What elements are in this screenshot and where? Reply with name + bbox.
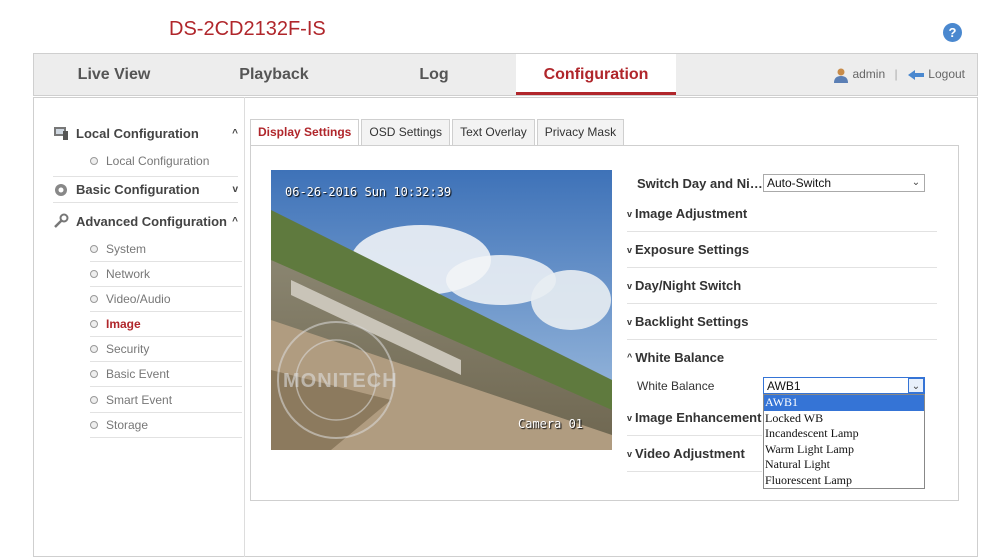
section-image-adjustment[interactable]: v Image Adjustment bbox=[627, 196, 937, 232]
option-incandescent-lamp[interactable]: Incandescent Lamp bbox=[764, 426, 924, 442]
nav-tab-log[interactable]: Log bbox=[354, 54, 514, 95]
caret-icon: v bbox=[627, 280, 633, 291]
sidebar-item-label: Local Configuration bbox=[106, 153, 210, 168]
option-fluorescent-lamp[interactable]: Fluorescent Lamp bbox=[764, 473, 924, 489]
nav-tab-configuration[interactable]: Configuration bbox=[516, 54, 676, 95]
bullet-icon bbox=[90, 320, 98, 328]
nav-tab-playback[interactable]: Playback bbox=[194, 54, 354, 95]
option-locked-wb[interactable]: Locked WB bbox=[764, 411, 924, 427]
osd-timestamp: 06-26-2016 Sun 10:32:39 bbox=[285, 185, 452, 199]
select-value: AWB1 bbox=[767, 378, 801, 393]
section-white-balance[interactable]: ^ White Balance bbox=[627, 339, 937, 375]
section-day-night-switch[interactable]: v Day/Night Switch bbox=[627, 268, 937, 304]
sidebar-item-video-audio[interactable]: Video/Audio bbox=[90, 287, 242, 312]
caret-icon: v bbox=[627, 448, 633, 459]
sidebar-item-storage[interactable]: Storage bbox=[90, 413, 242, 438]
bullet-icon bbox=[90, 245, 98, 253]
sidebar-section-label: Local Configuration bbox=[76, 125, 199, 141]
sidebar-item-basic-event[interactable]: Basic Event bbox=[90, 362, 242, 387]
sidebar-item-image[interactable]: Image bbox=[90, 312, 242, 337]
option-natural-light[interactable]: Natural Light bbox=[764, 457, 924, 473]
device-title: DS-2CD2132F-IS bbox=[169, 18, 326, 40]
section-video-adjustment[interactable]: v Video Adjustment bbox=[627, 436, 762, 472]
sidebar-section-advanced[interactable]: Advanced Configuration ^ bbox=[53, 208, 238, 234]
switch-day-night-select[interactable]: Auto-Switch ⌄ bbox=[763, 174, 925, 192]
logout-icon[interactable] bbox=[907, 68, 925, 82]
live-video-preview: 06-26-2016 Sun 10:32:39 Camera 01 MONITE… bbox=[271, 170, 612, 450]
section-label: Day/Night Switch bbox=[635, 278, 742, 293]
sidebar-item-label: Video/Audio bbox=[106, 292, 171, 306]
sidebar-section-local[interactable]: Local Configuration ^ bbox=[53, 120, 238, 146]
wrench-icon bbox=[54, 213, 69, 228]
caret-icon: v bbox=[627, 412, 633, 423]
section-label: Exposure Settings bbox=[635, 242, 750, 257]
sidebar-item-system[interactable]: System bbox=[90, 237, 242, 262]
caret-icon: v bbox=[627, 316, 633, 327]
sidebar-item-security[interactable]: Security bbox=[90, 337, 242, 362]
chevron-down-icon: ⌄ bbox=[908, 378, 924, 393]
username: admin bbox=[852, 67, 886, 81]
option-awb1[interactable]: AWB1 bbox=[764, 395, 924, 411]
white-balance-dropdown: AWB1 Locked WB Incandescent Lamp Warm Li… bbox=[763, 394, 925, 489]
user-icon bbox=[834, 68, 849, 83]
select-value: Auto-Switch bbox=[767, 176, 832, 190]
section-label: Video Adjustment bbox=[635, 446, 745, 461]
top-navigation: Live View Playback Log Configuration adm… bbox=[33, 53, 978, 96]
section-label: Image Enhancement bbox=[635, 410, 762, 425]
bullet-icon bbox=[90, 270, 98, 278]
section-label: Backlight Settings bbox=[635, 314, 749, 329]
tab-text-overlay[interactable]: Text Overlay bbox=[452, 119, 535, 145]
bullet-icon bbox=[90, 345, 98, 353]
tab-display-settings[interactable]: Display Settings bbox=[250, 119, 360, 146]
tab-osd-settings[interactable]: OSD Settings bbox=[361, 119, 451, 145]
bullet-icon bbox=[90, 421, 98, 429]
white-balance-label: White Balance bbox=[637, 379, 715, 393]
sidebar-item-smart-event[interactable]: Smart Event bbox=[90, 388, 242, 413]
watermark-text: MONITECH bbox=[283, 370, 398, 392]
sidebar-item-label: Network bbox=[106, 267, 151, 281]
sidebar-item-network[interactable]: Network bbox=[90, 262, 242, 287]
option-warm-light-lamp[interactable]: Warm Light Lamp bbox=[764, 442, 924, 458]
osd-camera-name: Camera 01 bbox=[518, 417, 584, 431]
sidebar-item-label: Smart Event bbox=[106, 393, 173, 407]
gear-icon bbox=[55, 183, 67, 196]
bullet-icon bbox=[90, 295, 98, 303]
switch-day-night-label: Switch Day and Ni… bbox=[637, 176, 763, 191]
separator: | bbox=[894, 67, 898, 81]
sidebar-item-label: Storage bbox=[106, 418, 149, 432]
section-exposure-settings[interactable]: v Exposure Settings bbox=[627, 232, 937, 268]
section-image-enhancement[interactable]: v Image Enhancement bbox=[627, 400, 762, 436]
logout-link[interactable]: Logout bbox=[928, 67, 965, 81]
computer-icon bbox=[54, 127, 68, 140]
white-balance-select[interactable]: AWB1 ⌄ bbox=[763, 377, 925, 394]
chevron-up-icon[interactable]: ^ bbox=[232, 216, 238, 227]
sidebar-item-label: Security bbox=[106, 342, 150, 356]
sidebar-item-label: Image bbox=[106, 317, 141, 331]
sidebar-item-local-configuration[interactable]: Local Configuration bbox=[90, 148, 242, 173]
camera-scene-image bbox=[271, 170, 612, 450]
caret-icon: v bbox=[627, 208, 633, 219]
bullet-icon bbox=[90, 370, 98, 378]
section-label: White Balance bbox=[635, 349, 725, 365]
sidebar-section-basic[interactable]: Basic Configuration v bbox=[53, 176, 238, 203]
help-icon[interactable]: ? bbox=[943, 23, 962, 42]
user-area: admin | Logout bbox=[833, 54, 965, 95]
bullet-icon bbox=[90, 396, 98, 404]
sidebar-item-label: System bbox=[106, 242, 147, 256]
nav-tab-live-view[interactable]: Live View bbox=[34, 54, 194, 95]
settings-tabs: Display Settings OSD Settings Text Overl… bbox=[250, 119, 626, 146]
caret-icon: ^ bbox=[627, 352, 633, 362]
tab-privacy-mask[interactable]: Privacy Mask bbox=[536, 119, 625, 145]
chevron-up-icon[interactable]: ^ bbox=[232, 128, 238, 139]
chevron-down-icon[interactable]: v bbox=[232, 184, 238, 195]
section-label: Image Adjustment bbox=[635, 206, 748, 221]
bullet-icon bbox=[90, 156, 98, 165]
chevron-down-icon: ⌄ bbox=[911, 177, 921, 188]
section-backlight-settings[interactable]: v Backlight Settings bbox=[627, 304, 937, 340]
sidebar-section-label: Advanced Configuration bbox=[76, 213, 227, 229]
caret-icon: v bbox=[627, 244, 633, 255]
sidebar-section-label: Basic Configuration bbox=[76, 182, 200, 197]
sidebar-item-label: Basic Event bbox=[106, 367, 170, 381]
